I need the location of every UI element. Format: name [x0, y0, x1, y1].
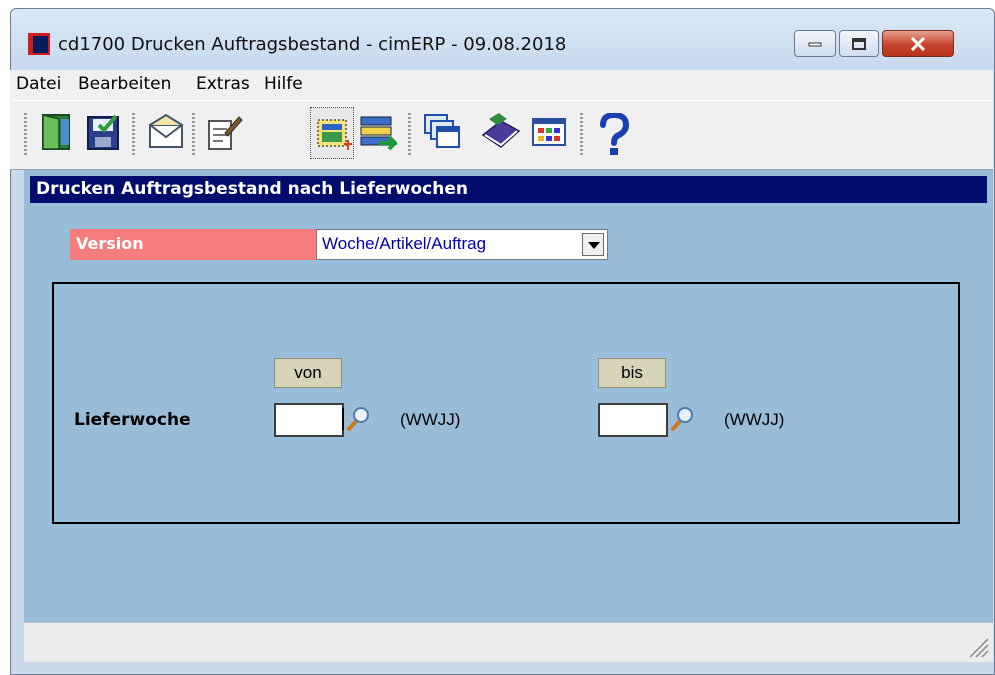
save-icon — [87, 114, 119, 150]
book-button[interactable] — [476, 107, 521, 159]
toolbar-separator — [24, 113, 27, 155]
new-record-button[interactable] — [310, 107, 354, 159]
search-lookup-to-icon[interactable] — [670, 406, 694, 432]
search-lookup-from-icon[interactable] — [346, 406, 370, 432]
grid-table-button[interactable] — [528, 107, 572, 159]
version-dropdown[interactable]: Woche/Artikel/Auftrag — [316, 229, 608, 260]
save-button[interactable] — [82, 107, 126, 159]
delivery-week-from-input[interactable] — [274, 403, 344, 437]
grid-table-icon — [532, 118, 566, 146]
title-bar[interactable]: cd1700 Drucken Auftragsbestand - cimERP … — [11, 9, 994, 79]
exit-button[interactable] — [36, 107, 80, 159]
close-icon — [910, 36, 926, 51]
from-column-label: von — [274, 358, 342, 388]
book-icon — [481, 113, 521, 148]
toolbar-separator — [192, 113, 195, 155]
menu-item-extras[interactable]: Extras — [196, 74, 250, 94]
status-bar — [24, 622, 993, 662]
version-label: Version — [70, 229, 316, 260]
chevron-down-icon — [588, 242, 600, 249]
resize-grip-icon[interactable] — [967, 636, 989, 658]
maximize-button[interactable] — [839, 30, 879, 57]
app-logo-icon — [28, 33, 50, 55]
menu-item-bearbeiten[interactable]: Bearbeiten — [78, 74, 171, 94]
help-icon — [600, 113, 630, 155]
toolbar-separator — [580, 113, 583, 155]
new-record-icon — [317, 119, 352, 150]
section-header: Drucken Auftragsbestand nach Lieferwoche… — [30, 176, 987, 203]
to-column-label: bis — [598, 358, 666, 388]
filter-group-box — [52, 282, 960, 524]
toolbar-separator — [408, 113, 411, 155]
mail-icon — [149, 113, 183, 148]
maximize-icon — [852, 37, 866, 50]
toolbar-separator — [132, 113, 135, 155]
to-format-hint: (WWJJ) — [724, 410, 785, 429]
main-panel: Drucken Auftragsbestand nach Lieferwoche… — [24, 170, 993, 622]
version-selected-value: Woche/Artikel/Auftrag — [322, 234, 487, 253]
menu-bar: Datei Bearbeiten Extras Hilfe — [10, 70, 993, 100]
windows-button[interactable] — [420, 107, 464, 159]
minimize-button[interactable] — [794, 30, 836, 57]
menu-item-datei[interactable]: Datei — [16, 74, 61, 94]
edit-document-icon — [208, 116, 243, 150]
minimize-icon — [808, 42, 822, 46]
window-title: cd1700 Drucken Auftragsbestand - cimERP … — [58, 34, 567, 55]
delivery-week-label: Lieferwoche — [74, 410, 191, 430]
edit-document-button[interactable] — [202, 107, 246, 159]
from-format-hint: (WWJJ) — [400, 410, 461, 429]
dropdown-button[interactable] — [582, 233, 604, 256]
text-caret — [342, 408, 344, 430]
mail-button[interactable] — [144, 107, 188, 159]
delivery-week-to-input[interactable] — [598, 403, 668, 437]
exit-door-icon — [42, 114, 70, 150]
windows-icon — [424, 114, 460, 148]
toolbar — [10, 100, 993, 170]
transfer-list-icon — [360, 116, 397, 151]
menu-item-hilfe[interactable]: Hilfe — [264, 74, 303, 94]
transfer-list-button[interactable] — [356, 107, 400, 159]
close-button[interactable] — [882, 30, 954, 57]
help-button[interactable] — [592, 107, 636, 159]
